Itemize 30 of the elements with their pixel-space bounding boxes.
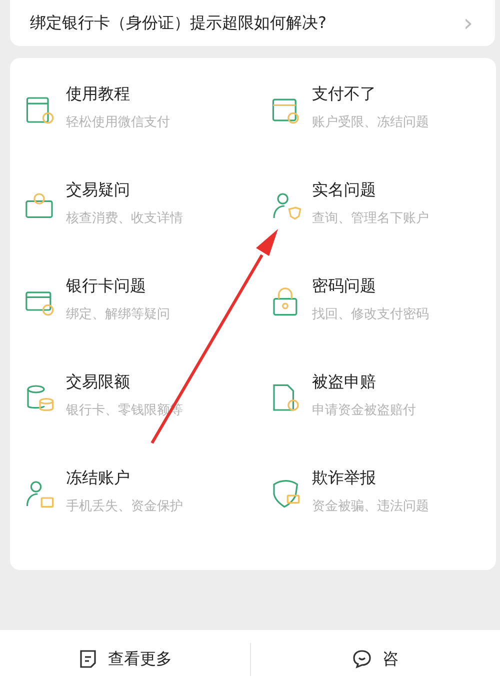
topic-subtitle: 资金被骗、违法问题 xyxy=(312,498,429,515)
view-more-button[interactable]: 查看更多 xyxy=(72,642,178,676)
topic-subtitle: 手机丢失、资金保护 xyxy=(66,498,183,515)
shield-icon xyxy=(270,478,302,510)
topic-subtitle: 核查消费、收支详情 xyxy=(66,210,183,227)
topic-subtitle: 轻松使用微信支付 xyxy=(66,114,170,131)
chevron-icon: › xyxy=(463,9,473,37)
topic-subtitle: 绑定、解绑等疑问 xyxy=(66,306,170,323)
topic-subtitle: 找回、修改支付密码 xyxy=(312,306,429,323)
topic-title[interactable]: 交易疑问 xyxy=(66,180,183,201)
topic-title[interactable]: 支付不了 xyxy=(312,84,429,105)
topic-title[interactable]: 被盗申赔 xyxy=(312,372,416,393)
topic-title[interactable]: 交易限额 xyxy=(66,372,183,393)
chat-icon xyxy=(352,649,372,669)
topic-title[interactable]: 银行卡问题 xyxy=(66,276,170,297)
topic-subtitle: 申请资金被盗赔付 xyxy=(312,402,416,419)
user-lock-icon xyxy=(24,478,56,510)
topic-title[interactable]: 使用教程 xyxy=(66,84,170,105)
user-shield-icon xyxy=(270,190,302,222)
document-icon xyxy=(78,649,98,669)
topic-title[interactable]: 实名问题 xyxy=(312,180,429,201)
topic-subtitle: 查询、管理名下账户 xyxy=(312,210,429,227)
consult-button[interactable]: 咨 xyxy=(346,642,404,676)
topic-title[interactable]: 密码问题 xyxy=(312,276,429,297)
topic-title[interactable]: 欺诈举报 xyxy=(312,468,429,489)
faq-item[interactable]: 绑定银行卡（身份证）提示超限如何解决? › xyxy=(10,0,495,46)
topic-title[interactable]: 冻结账户 xyxy=(66,468,183,489)
coins-icon xyxy=(24,382,56,414)
faq-question: 绑定银行卡（身份证）提示超限如何解决? xyxy=(30,12,326,34)
topic-subtitle: 账户受限、冻结问题 xyxy=(312,114,429,131)
